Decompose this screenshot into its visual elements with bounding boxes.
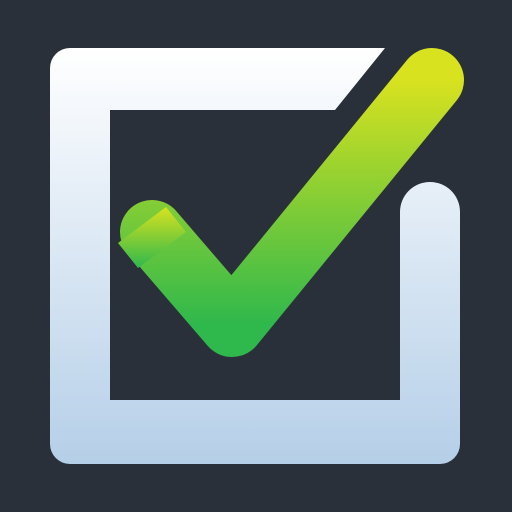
- checkbox-checked-icon: [0, 0, 512, 512]
- app-icon: [0, 0, 512, 512]
